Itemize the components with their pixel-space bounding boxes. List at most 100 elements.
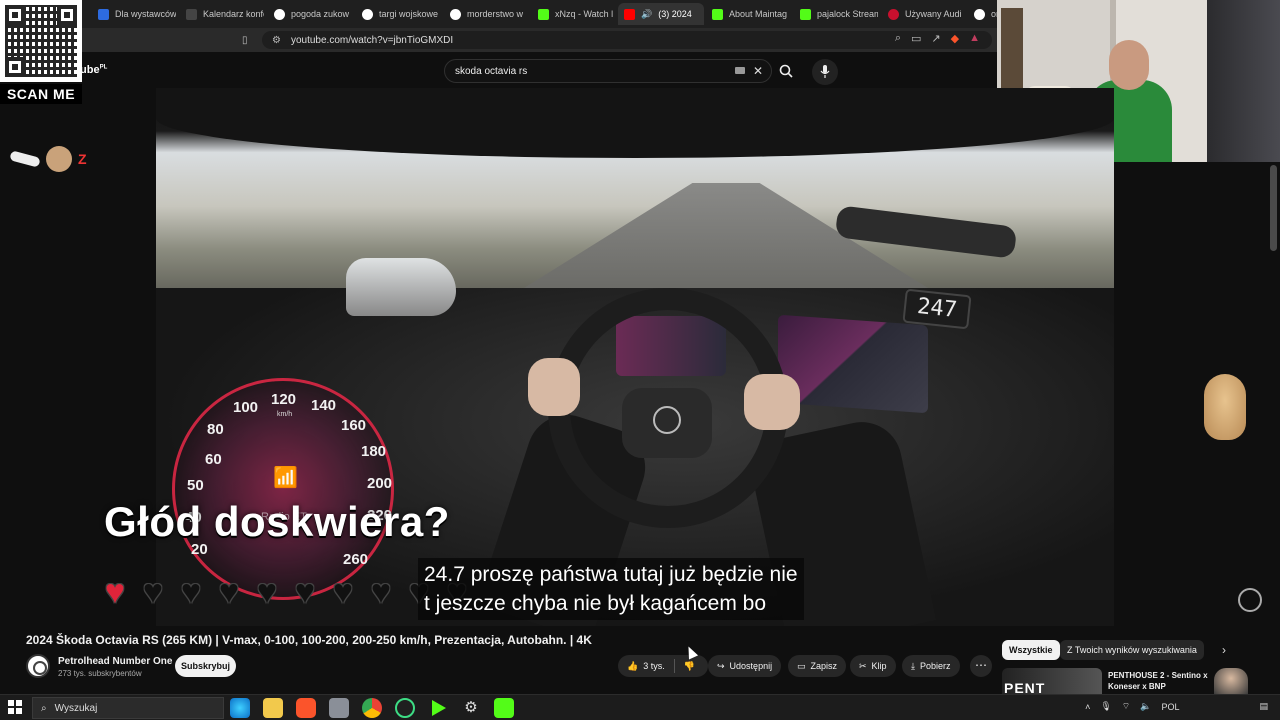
heart-empty-icon: ♥ — [256, 573, 278, 611]
subscribe-button[interactable]: Subskrybuj — [175, 655, 236, 677]
voice-search-button[interactable] — [812, 59, 838, 85]
thumbs-down-icon: 👎 — [683, 660, 695, 671]
brave-rewards-icon[interactable]: ▲ — [969, 32, 980, 45]
browser-tab[interactable]: xNzq - Watch l — [532, 3, 616, 25]
more-actions-button[interactable]: ⋯ — [970, 655, 992, 677]
skoda-logo-icon — [653, 406, 681, 434]
google-favicon-icon — [450, 8, 461, 20]
kick-favicon-icon — [538, 8, 549, 20]
speedo-tick: 180 — [361, 443, 387, 460]
site-favicon-icon — [888, 8, 899, 20]
play-icon[interactable] — [432, 700, 446, 716]
share-arrow-icon: ↪ — [717, 660, 725, 671]
caption-line: 24.7 proszę państwa tutaj już będzie nie — [424, 563, 798, 586]
qr-finder — [5, 57, 25, 77]
url-text: youtube.com/watch?v=jbnTioGMXDI — [290, 34, 454, 46]
app-icon[interactable] — [395, 698, 415, 718]
kick-favicon-icon — [712, 8, 723, 20]
edge-icon[interactable] — [230, 698, 250, 718]
dislike-button[interactable]: 👎 — [684, 661, 695, 672]
browser-tab-active[interactable]: 🔊 (3) 2024 ✕ — [618, 3, 704, 25]
save-button[interactable]: ▭ Zapisz — [788, 655, 847, 677]
divider — [673, 659, 675, 673]
chevron-up-icon[interactable]: ˄ — [1085, 702, 1090, 712]
browser-tab[interactable]: pajalock Stream — [794, 3, 878, 25]
caption-line: t jeszcze chyba nie był kagańcem bo — [424, 592, 767, 615]
browser-tab[interactable]: pogoda zukow — [268, 3, 352, 25]
browser-tab[interactable]: About Maintag — [706, 3, 790, 25]
channel-subscriber-count: 273 tys. subskrybentów — [58, 669, 142, 678]
bookmark-icon[interactable]: ▯ — [242, 35, 248, 46]
browser-tab[interactable]: Kalendarz konfe — [180, 3, 264, 25]
keyboard-icon[interactable] — [735, 67, 745, 74]
kick-icon[interactable] — [494, 698, 514, 718]
browser-tab[interactable]: morderstwo w — [444, 3, 528, 25]
chip-all[interactable]: Wszystkie — [1002, 640, 1060, 660]
audio-playing-icon: 🔊 — [641, 8, 653, 19]
speedo-unit: km/h — [277, 411, 293, 418]
sleeping-z-icon: Z — [78, 151, 87, 167]
download-icon: ⤓ — [911, 660, 915, 671]
address-bar[interactable]: ▯ ⚙ youtube.com/watch?v=jbnTioGMXDI — [242, 31, 992, 49]
recommended-thumbnail[interactable]: PENT — [1002, 668, 1102, 694]
channel-avatar[interactable] — [26, 654, 50, 678]
page-scrollbar[interactable] — [1270, 165, 1277, 251]
download-button[interactable]: ⤓ Pobierz — [902, 655, 960, 677]
heart-empty-icon: ♥ — [142, 573, 164, 611]
notification-icon[interactable]: ▤ — [1259, 701, 1268, 712]
volume-icon[interactable]: 🔈 — [1140, 701, 1151, 712]
share-button[interactable]: ↪ Udostępnij — [708, 655, 782, 677]
steering-wheel-icon — [1238, 588, 1262, 612]
scan-me-label: SCAN ME — [0, 84, 82, 104]
search-button[interactable] — [772, 59, 800, 83]
qr-finder — [5, 5, 25, 25]
network-icon[interactable]: ⌔ — [1122, 701, 1130, 712]
pointing-hand-icon — [9, 150, 41, 168]
browser-tab[interactable]: on — [968, 3, 998, 25]
file-explorer-icon[interactable] — [263, 698, 283, 718]
microphone-icon[interactable]: 🎙 — [1100, 701, 1111, 712]
language-indicator[interactable]: POL — [1161, 702, 1179, 712]
windows-taskbar: ⌕ Wyszukaj ⚙ ˄ 🎙 ⌔ 🔈 POL ▤ — [0, 694, 1280, 720]
google-favicon-icon — [362, 8, 373, 20]
clear-search-icon[interactable]: ✕ — [753, 64, 763, 78]
search-input[interactable]: skoda octavia rs ✕ — [444, 59, 772, 83]
clip-button[interactable]: ✂ Klip — [850, 655, 896, 677]
heart-empty-icon: ♥ — [180, 573, 202, 611]
chevron-right-icon[interactable]: › — [1222, 643, 1226, 657]
app-icon[interactable] — [329, 698, 349, 718]
taskbar-search-input[interactable]: ⌕ Wyszukaj — [32, 697, 224, 719]
video-title: 2024 Škoda Octavia RS (265 KM) | V-max, … — [26, 633, 592, 647]
browser-tab[interactable]: Używany Audi — [882, 3, 966, 25]
youtube-logo[interactable]: ubePL — [80, 64, 107, 76]
search-icon: ⌕ — [41, 702, 47, 714]
windows-start-icon[interactable] — [8, 700, 22, 714]
google-favicon-icon — [274, 8, 285, 20]
share-icon[interactable]: ↗ — [931, 32, 940, 45]
speedo-tick: 200 — [367, 475, 393, 492]
speedometer-overlay: 20 40 50 60 80 100 120 140 160 180 200 2… — [172, 378, 394, 600]
brave-shield-icon[interactable]: ◆ — [951, 32, 959, 45]
brave-icon[interactable] — [296, 698, 316, 718]
zoom-icon[interactable]: ⌕ — [895, 32, 901, 45]
site-info-icon[interactable]: ⚙ — [272, 35, 281, 46]
browser-tab[interactable]: targi wojskowe — [356, 3, 440, 25]
taskbar-apps: ⚙ — [230, 698, 514, 718]
settings-gear-icon[interactable]: ⚙ — [461, 698, 481, 718]
heart-filled-icon: ♥ — [104, 573, 126, 611]
reaction-face-sticker — [1214, 668, 1248, 694]
search-icon — [779, 64, 793, 78]
recommended-title[interactable]: PENTHOUSE 2 - Sentino x Koneser x BNP — [1108, 670, 1218, 692]
heart-empty-icon: ♥ — [370, 573, 392, 611]
browser-tab[interactable]: Dla wystawców — [92, 3, 176, 25]
address-bar-actions: ⌕ ▭ ↗ ◆ ▲ — [895, 32, 980, 45]
channel-name[interactable]: Petrolhead Number One — [58, 656, 172, 667]
like-button[interactable]: 👍 3 tys. — [627, 661, 665, 672]
video-infotainment-screen — [778, 314, 928, 414]
chrome-icon[interactable] — [362, 698, 382, 718]
speedo-tick: 80 — [207, 421, 224, 438]
overlay-headline: Głód doskwiera? — [104, 498, 450, 545]
speedo-tick: 140 — [311, 397, 337, 414]
cast-icon[interactable]: ▭ — [911, 32, 921, 45]
chip-from-search[interactable]: Z Twoich wyników wyszukiwania — [1060, 640, 1204, 660]
